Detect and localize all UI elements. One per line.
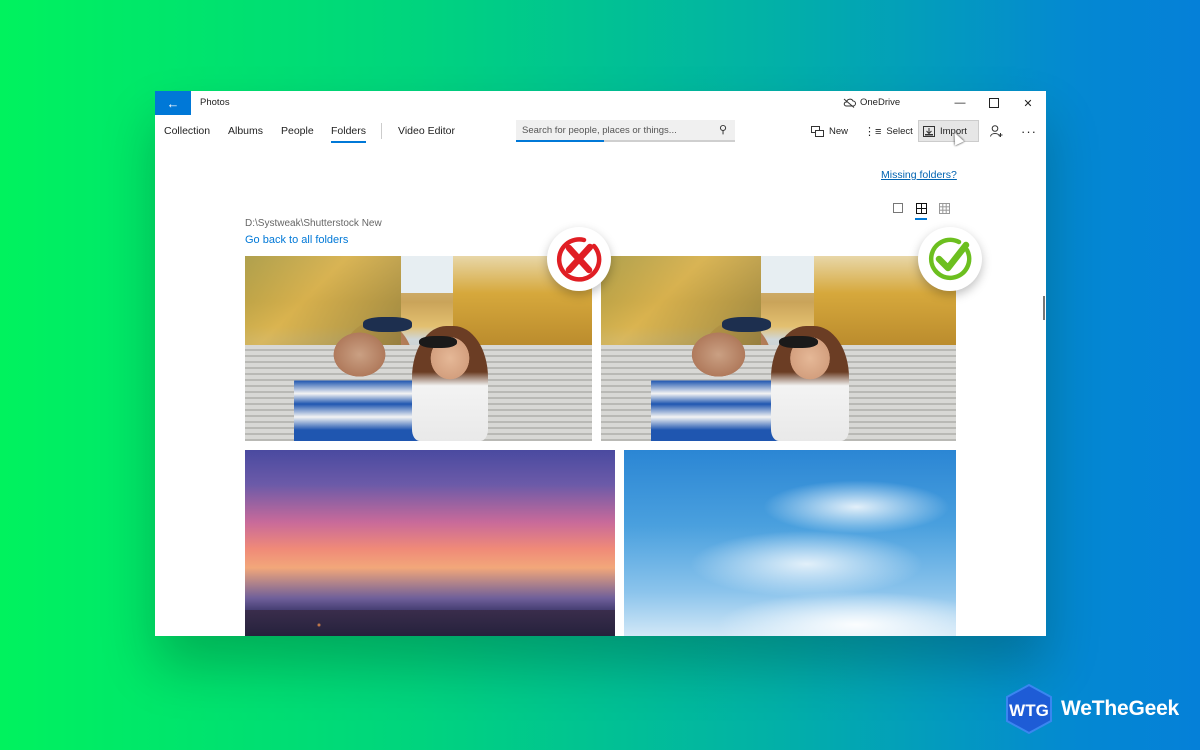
missing-folders-link[interactable]: Missing folders? (881, 169, 957, 181)
tab-video-editor[interactable]: Video Editor (398, 125, 455, 137)
back-button[interactable]: ← (155, 91, 191, 115)
photo-thumbnail[interactable] (245, 256, 592, 441)
title-bar: ← Photos OneDrive — ✕ (155, 91, 1046, 115)
green-check-icon (928, 237, 972, 281)
single-view-icon (893, 203, 903, 213)
add-person-button[interactable] (986, 120, 1007, 142)
maximize-icon (989, 98, 999, 108)
tab-folders[interactable]: Folders (331, 125, 367, 143)
search-icon[interactable]: ⚲ (719, 123, 727, 136)
import-button[interactable]: Import (918, 120, 979, 142)
red-x-icon (556, 237, 602, 282)
new-creation-icon (811, 125, 824, 137)
more-options-button[interactable]: ··· (1017, 120, 1041, 142)
photo-thumbnail[interactable] (624, 450, 956, 636)
select-button[interactable]: ⋮≡ Select (860, 120, 917, 142)
photos-app-window: ← Photos OneDrive — ✕ Collection Albums … (155, 91, 1046, 636)
import-icon (923, 125, 935, 137)
wrong-badge (547, 227, 611, 291)
select-list-icon: ⋮≡ (864, 125, 882, 138)
view-medium-grid-button[interactable] (914, 201, 928, 220)
close-button[interactable]: ✕ (1018, 94, 1038, 112)
photo-thumbnail[interactable] (601, 256, 956, 441)
correct-badge (918, 227, 982, 291)
nav-bar: Collection Albums People Folders Video E… (155, 117, 1046, 147)
photo-thumbnail[interactable] (245, 450, 615, 636)
logo-text: WeTheGeek (1061, 697, 1180, 720)
svg-text:WTG: WTG (1009, 701, 1049, 720)
folder-path: D:\Systweak\Shutterstock New (245, 218, 382, 229)
select-label: Select (886, 125, 913, 137)
back-arrow-icon: ← (166, 95, 180, 111)
wethegeek-logo: WTG WeTheGeek (1003, 683, 1179, 735)
add-person-icon (990, 125, 1003, 137)
go-back-to-all-folders-link[interactable]: Go back to all folders (245, 234, 348, 246)
view-small-grid-button[interactable] (937, 201, 951, 215)
search-input[interactable] (522, 123, 702, 137)
maximize-button[interactable] (984, 94, 1004, 112)
minimize-button[interactable]: — (950, 94, 970, 112)
new-button[interactable]: New (807, 120, 852, 142)
nav-divider (381, 123, 382, 139)
medium-grid-icon (915, 202, 927, 214)
small-grid-icon (938, 202, 950, 214)
close-icon: ✕ (1023, 97, 1033, 110)
new-label: New (829, 125, 849, 137)
wtg-hexagon-logo-icon: WTG (1006, 683, 1052, 735)
scrollbar-thumb[interactable] (1043, 296, 1045, 320)
onedrive-label: OneDrive (860, 97, 901, 108)
view-single-button[interactable] (891, 201, 905, 215)
tab-people[interactable]: People (281, 125, 314, 137)
cloud-off-icon (843, 98, 856, 108)
onedrive-status[interactable]: OneDrive (843, 97, 900, 108)
tab-albums[interactable]: Albums (228, 125, 263, 137)
tab-collection[interactable]: Collection (164, 125, 210, 137)
minimize-icon: — (954, 97, 966, 109)
app-title: Photos (200, 97, 230, 108)
search-box[interactable]: ⚲ (516, 120, 735, 142)
more-icon: ··· (1021, 123, 1037, 139)
search-progress-bar (516, 140, 604, 142)
